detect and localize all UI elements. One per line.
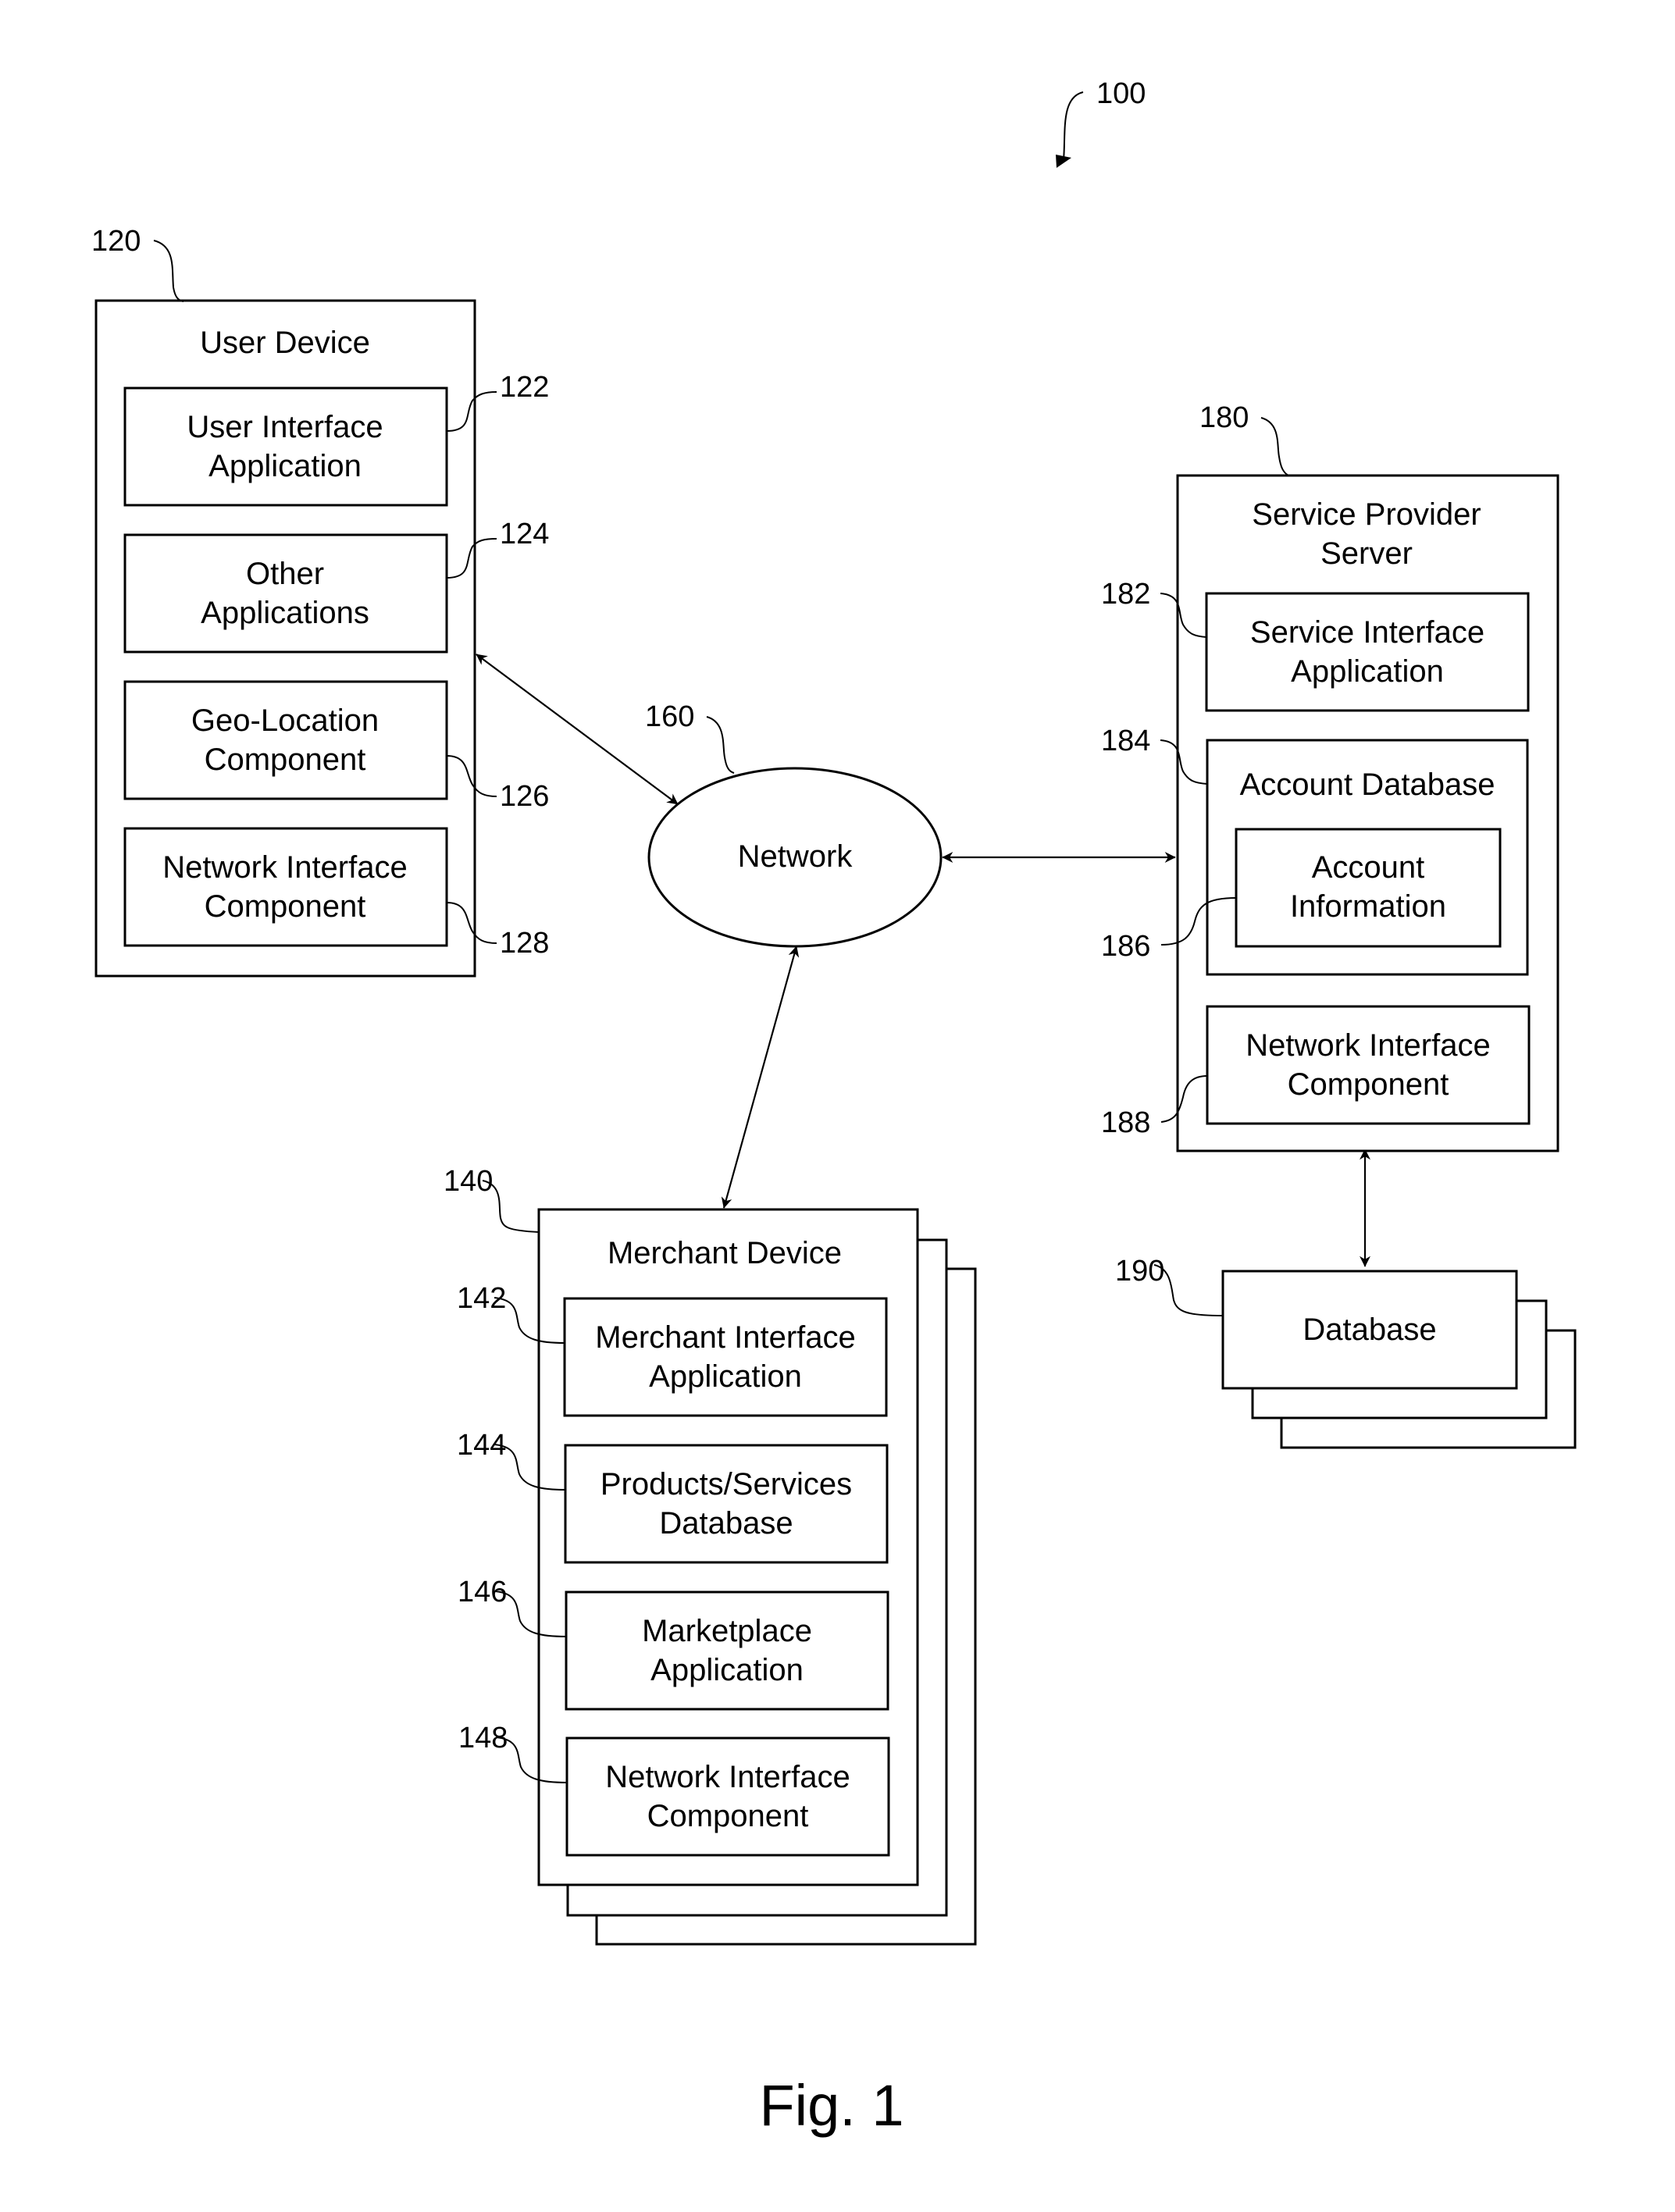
svg-text:Service Interface: Service Interface: [1250, 615, 1484, 650]
svg-text:User Interface: User Interface: [187, 410, 383, 444]
user-interface-application: User Interface Application 122: [123, 371, 549, 507]
ref-148: 148: [458, 1722, 508, 1754]
svg-text:Component: Component: [647, 1799, 809, 1833]
ref-146: 146: [458, 1576, 507, 1608]
svg-text:Application: Application: [1291, 654, 1444, 689]
system-ref-arrowhead: [1056, 155, 1071, 168]
svg-text:Products/Services: Products/Services: [601, 1467, 852, 1501]
svg-text:Network Interface: Network Interface: [162, 850, 407, 885]
figure-caption: Fig. 1: [759, 2073, 903, 2138]
svg-text:Information: Information: [1290, 889, 1446, 924]
svg-text:Component: Component: [205, 889, 366, 924]
ref-122: 122: [500, 371, 549, 404]
service-interface-application: Service Interface Application 182: [1101, 578, 1530, 712]
merchant-device: 140 Merchant Device Merchant Interface A…: [444, 1165, 977, 1946]
account-information: Account Information 186: [1101, 828, 1502, 963]
products-services-database: Products/Services Database 144: [457, 1429, 889, 1564]
network-leader: [706, 716, 735, 774]
system-reference: 100: [1056, 77, 1146, 168]
svg-text:Application: Application: [208, 449, 362, 483]
svg-text:Application: Application: [650, 1653, 804, 1687]
svg-text:Geo-Location: Geo-Location: [191, 703, 379, 738]
geo-location-component: Geo-Location Component 126: [123, 680, 549, 813]
database-ref: 190: [1115, 1255, 1164, 1288]
user-device-title: User Device: [200, 326, 370, 360]
svg-text:Account: Account: [1312, 850, 1425, 885]
svg-text:Component: Component: [1288, 1067, 1449, 1102]
ref-142: 142: [457, 1282, 506, 1315]
ref-188: 188: [1101, 1106, 1150, 1139]
svg-text:Applications: Applications: [201, 596, 369, 630]
svg-text:Network Interface: Network Interface: [1246, 1028, 1490, 1063]
account-database: Account Database 184 Account Information…: [1101, 725, 1529, 976]
ref-186: 186: [1101, 930, 1150, 963]
system-ref-label: 100: [1096, 77, 1146, 110]
svg-text:Other: Other: [246, 557, 324, 591]
merchant-device-title: Merchant Device: [608, 1236, 842, 1270]
ref-128: 128: [500, 927, 549, 960]
user-device-ref: 120: [91, 225, 141, 258]
user-network-interface-component: Network Interface Component 128: [123, 827, 549, 960]
database-label: Database: [1303, 1313, 1436, 1347]
ref-126: 126: [500, 780, 549, 813]
service-provider-title-line2: Server: [1320, 536, 1413, 571]
system-ref-arrow: [1063, 91, 1084, 161]
merchant-interface-application: Merchant Interface Application 142: [457, 1282, 888, 1417]
system-diagram: 100 120 User Device User Interface Appli…: [91, 77, 1577, 2138]
svg-text:Marketplace: Marketplace: [642, 1614, 812, 1648]
server-network-interface-component: Network Interface Component 188: [1101, 1005, 1531, 1139]
service-provider-server: 180 Service Provider Server Service Inte…: [1101, 401, 1559, 1152]
network-ref: 160: [645, 700, 694, 733]
service-provider-leader: [1260, 417, 1289, 476]
ref-182: 182: [1101, 578, 1150, 611]
svg-text:Component: Component: [205, 743, 366, 777]
marketplace-application: Marketplace Application 146: [458, 1576, 889, 1711]
other-applications: Other Applications 124: [123, 518, 549, 654]
user-device-leader: [153, 240, 184, 302]
service-provider-ref: 180: [1199, 401, 1249, 434]
database: Database 190: [1115, 1255, 1577, 1449]
network-label: Network: [738, 839, 854, 874]
ref-144: 144: [457, 1429, 506, 1462]
svg-text:Network Interface: Network Interface: [605, 1760, 850, 1794]
svg-text:Account Database: Account Database: [1240, 768, 1495, 802]
ref-124: 124: [500, 518, 549, 550]
merchant-network-interface-component: Network Interface Component 148: [458, 1722, 890, 1857]
service-provider-title-line1: Service Provider: [1252, 497, 1481, 532]
network: Network 160: [645, 700, 943, 948]
connection-network-merchant-device: [721, 946, 800, 1209]
user-device: 120 User Device User Interface Applicati…: [91, 225, 549, 978]
svg-text:Application: Application: [649, 1359, 802, 1394]
svg-text:Merchant Interface: Merchant Interface: [595, 1320, 856, 1355]
ref-184: 184: [1101, 725, 1150, 757]
svg-text:Database: Database: [659, 1506, 793, 1541]
